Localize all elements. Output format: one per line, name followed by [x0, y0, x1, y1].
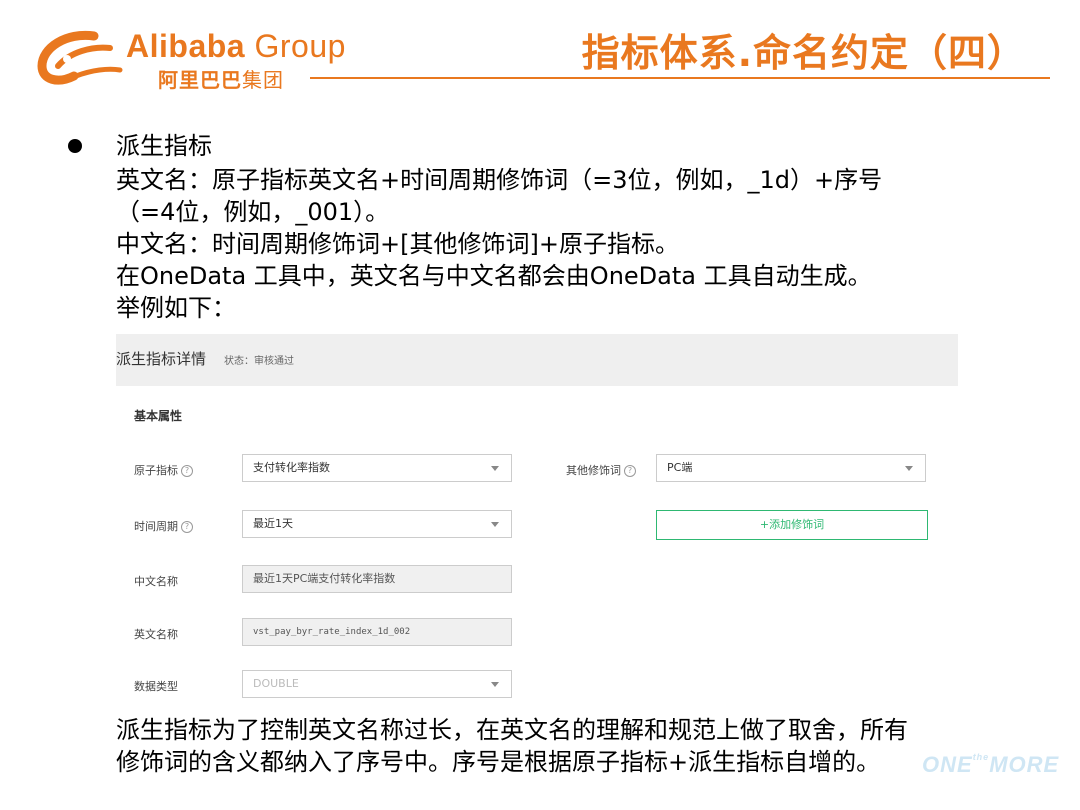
cn-name-rule: 中文名：时间周期修饰词+[其他修饰词]+原子指标。 [116, 230, 679, 258]
example-intro: 举例如下： [116, 294, 236, 322]
atomic-metric-label: 原子指标? [134, 462, 193, 478]
en-name-rule-line1: 英文名：原子指标英文名+时间周期修饰词（=3位，例如，_1d）+序号 [116, 166, 883, 194]
panel-title: 派生指标详情 [116, 350, 207, 368]
atomic-metric-select[interactable]: 支付转化率指数 [242, 454, 512, 482]
logo-cn-tail: 集团 [242, 68, 284, 92]
other-modifier-value: PC端 [667, 461, 693, 474]
bullet-icon [68, 139, 82, 153]
watermark-part1: ONE [922, 752, 973, 777]
data-type-select: DOUBLE [242, 670, 512, 698]
section-title: 基本属性 [134, 409, 183, 423]
data-type-value: DOUBLE [253, 677, 299, 690]
slide-title: 指标体系.命名约定（四） [581, 31, 1026, 75]
other-modifier-label-text: 其他修饰词 [566, 464, 621, 477]
help-icon[interactable]: ? [181, 521, 193, 533]
atomic-metric-label-text: 原子指标 [134, 464, 178, 477]
onedata-note: 在OneData 工具中，英文名与中文名都会由OneData 工具自动生成。 [116, 262, 872, 290]
en-name-field: vst_pay_byr_rate_index_1d_002 [242, 618, 512, 646]
add-modifier-button[interactable]: +添加修饰词 [656, 510, 928, 540]
atomic-metric-value: 支付转化率指数 [253, 461, 330, 474]
cn-name-field: 最近1天PC端支付转化率指数 [242, 565, 512, 593]
time-period-value: 最近1天 [253, 517, 293, 530]
logo-en-main: Alibaba [126, 28, 246, 64]
footer-note-line1: 派生指标为了控制英文名称过长，在英文名的理解和规范上做了取舍，所有 [116, 716, 908, 744]
chevron-down-icon [905, 466, 913, 471]
logo-text-cn: 阿里巴巴集团 [158, 64, 284, 93]
logo-cn-main: 阿里巴巴 [158, 68, 242, 92]
other-modifier-label: 其他修饰词? [566, 462, 636, 478]
time-period-label: 时间周期? [134, 518, 193, 534]
logo-en-group: Group [254, 28, 346, 64]
time-period-label-text: 时间周期 [134, 520, 178, 533]
panel-header: 派生指标详情 状态：审核通过 [116, 334, 958, 386]
slide-header: Alibaba Group 阿里巴巴集团 指标体系.命名约定（四） [0, 0, 1080, 100]
watermark-part2: MORE [989, 752, 1060, 777]
chevron-down-icon [491, 682, 499, 687]
watermark-logo: ONEtheMORE [922, 752, 1059, 778]
chevron-down-icon [491, 522, 499, 527]
chevron-down-icon [491, 466, 499, 471]
bullet-heading: 派生指标 [116, 132, 212, 160]
header-divider [310, 77, 1050, 79]
watermark-small: the [972, 752, 990, 762]
footer-note-line2: 修饰词的含义都纳入了序号中。序号是根据原子指标+派生指标自增的。 [116, 748, 881, 776]
status-text: 状态：审核通过 [224, 356, 294, 367]
help-icon[interactable]: ? [624, 465, 636, 477]
en-name-rule-line2: （=4位，例如，_001）。 [116, 198, 390, 226]
time-period-select[interactable]: 最近1天 [242, 510, 512, 538]
help-icon[interactable]: ? [181, 465, 193, 477]
logo-text-en: Alibaba Group [126, 28, 346, 65]
en-name-label: 英文名称 [134, 628, 178, 641]
alibaba-logo-icon [37, 30, 123, 85]
data-type-label: 数据类型 [134, 680, 178, 693]
derived-metric-detail-panel: 派生指标详情 状态：审核通过 基本属性 原子指标? 支付转化率指数 其他修饰词?… [116, 334, 958, 700]
cn-name-label: 中文名称 [134, 575, 178, 588]
other-modifier-select[interactable]: PC端 [656, 454, 926, 482]
